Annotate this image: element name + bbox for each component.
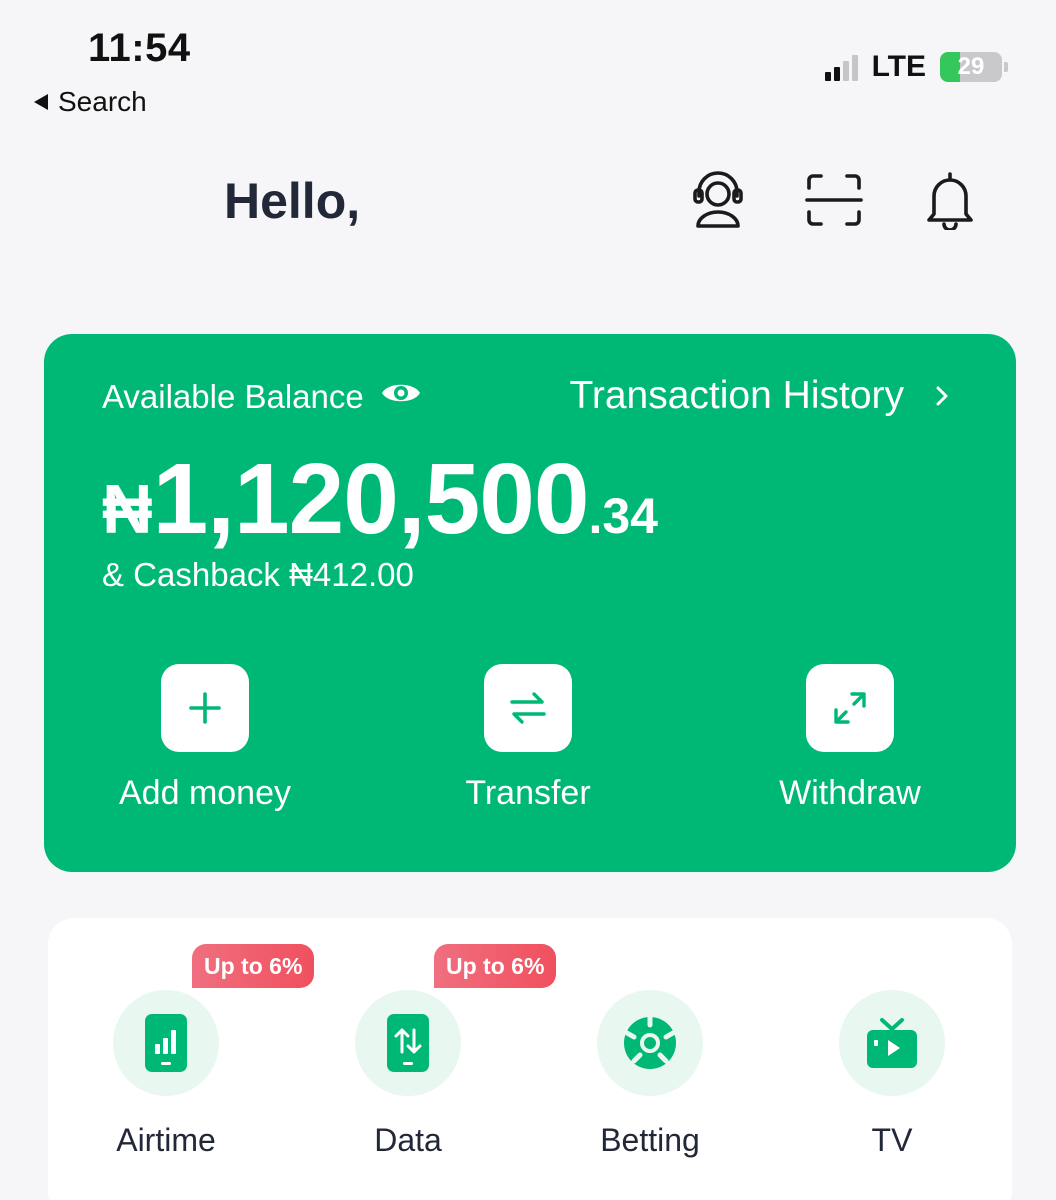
back-label: Search [58,86,147,117]
service-betting-label: Betting [600,1122,700,1158]
chevron-right-icon [934,374,950,418]
expand-arrows-icon [806,664,894,752]
customer-support-icon[interactable] [688,168,748,232]
balance-decimal: .34 [588,488,658,544]
withdraw-label: Withdraw [779,774,921,812]
service-data-label: Data [374,1122,442,1158]
status-time: 11:54 [88,26,191,70]
services-grid: Airtime Up to 6% Data Up to 6% Betting T… [48,918,1012,1200]
transfer-label: Transfer [465,774,591,812]
cellular-signal-icon [824,53,858,81]
phone-data-icon [355,990,461,1096]
balance-card: Available Balance Transaction History ₦ … [44,334,1016,872]
back-triangle-icon [34,94,48,110]
add-money-button[interactable]: Add money [75,664,335,813]
service-tv-label: TV [871,1122,913,1158]
header-actions [688,168,980,232]
notification-bell-icon[interactable] [920,168,980,232]
scan-icon[interactable] [804,168,864,232]
transaction-history-label: Transaction History [569,374,905,417]
balance-whole: 1,120,500 [152,443,590,555]
add-money-label: Add money [119,774,291,812]
battery-icon: 29 [940,52,1002,82]
back-to-search-link[interactable]: Search [34,86,147,118]
phone-signal-icon [113,990,219,1096]
status-indicators: LTE 29 [824,50,1008,84]
service-tv[interactable]: TV [792,990,992,1159]
transfer-arrows-icon [484,664,572,752]
battery-level: 29 [957,53,985,80]
airtime-promo-badge: Up to 6% [192,944,315,988]
service-airtime[interactable]: Airtime [66,990,266,1159]
service-data[interactable]: Data [308,990,508,1159]
service-airtime-label: Airtime [116,1122,216,1158]
withdraw-button[interactable]: Withdraw [720,664,980,813]
currency-symbol: ₦ [102,470,153,548]
balance-amount: ₦ 1,120,500 .34 [102,442,658,557]
data-promo-badge: Up to 6% [434,944,557,988]
cashback-balance: & Cashback ₦412.00 [102,556,414,593]
available-balance-label: Available Balance [102,378,422,416]
transfer-button[interactable]: Transfer [398,664,658,813]
service-betting[interactable]: Betting [550,990,750,1159]
greeting-title: Hello, [224,173,361,229]
transaction-history-link[interactable]: Transaction History [570,374,951,418]
soccer-ball-icon [597,990,703,1096]
plus-icon [161,664,249,752]
eye-icon[interactable] [380,378,422,416]
network-type: LTE [871,50,926,83]
tv-icon [839,990,945,1096]
